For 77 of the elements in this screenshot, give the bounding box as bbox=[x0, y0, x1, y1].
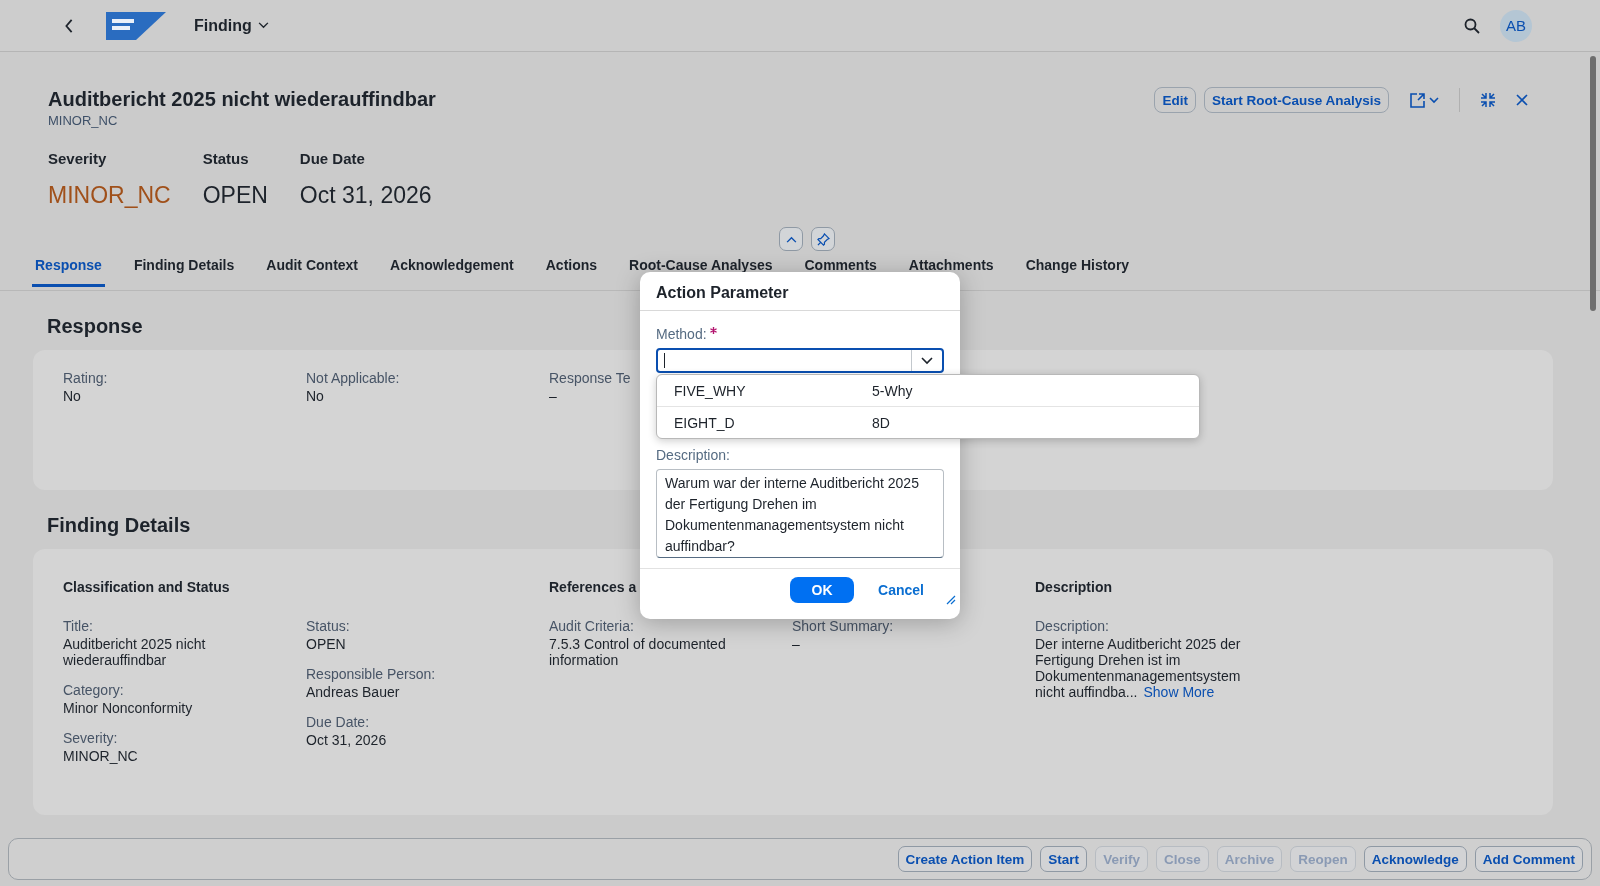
field-value: Oct 31, 2026 bbox=[306, 732, 387, 748]
page-title: Auditbericht 2025 nicht wiederauffindbar bbox=[48, 88, 436, 111]
field-value: Auditbericht 2025 nicht wiederauffindbar bbox=[63, 636, 207, 668]
back-icon[interactable] bbox=[64, 18, 74, 33]
resize-handle-icon[interactable] bbox=[946, 595, 956, 605]
field-label: Responsible Person: bbox=[306, 666, 436, 682]
group-heading: Description bbox=[1035, 579, 1112, 595]
field-label: Status: bbox=[306, 618, 350, 634]
tab[interactable]: Finding Details bbox=[130, 251, 238, 287]
field-label: Response Te bbox=[549, 370, 631, 386]
field-label: Description: bbox=[1035, 618, 1109, 634]
toolbar-button[interactable]: Create Action Item bbox=[897, 846, 1033, 872]
kpi-label: Status bbox=[202, 150, 250, 167]
collapse-header-button[interactable] bbox=[779, 227, 803, 251]
kpi-label: Severity bbox=[48, 150, 108, 167]
scrollbar[interactable] bbox=[1590, 56, 1596, 311]
action-button[interactable]: Start Root-Cause Analysis bbox=[1203, 87, 1389, 113]
kpi-label: Due Date bbox=[299, 150, 366, 167]
field-label: Audit Criteria: bbox=[549, 618, 634, 634]
field-label: Method: bbox=[656, 326, 707, 342]
exit-fullscreen-icon[interactable] bbox=[1480, 92, 1496, 108]
toolbar-button[interactable]: Start bbox=[1040, 846, 1088, 872]
tab[interactable]: Acknowledgement bbox=[387, 251, 517, 287]
field-label: Severity: bbox=[63, 730, 118, 746]
page-subtitle: MINOR_NC bbox=[48, 113, 119, 128]
field-label: Due Date: bbox=[306, 714, 370, 730]
tab[interactable]: Actions bbox=[542, 251, 601, 287]
app-title-menu[interactable]: Finding bbox=[194, 16, 269, 35]
method-combo-box[interactable] bbox=[656, 348, 944, 373]
section-title: Response bbox=[47, 315, 143, 338]
tab[interactable]: Audit Context bbox=[263, 251, 362, 287]
field-value: Der interne Auditbericht 2025 der Fertigung Drehen ist im Dokumentenmanagementsystem nicht auffindba... Show More bbox=[1035, 636, 1242, 700]
option-text: 5-Why bbox=[872, 382, 913, 399]
kpi-value: OPEN bbox=[202, 182, 268, 209]
field-label: Title: bbox=[63, 618, 93, 634]
caret-icon bbox=[921, 356, 933, 365]
logo bbox=[106, 11, 166, 40]
field-value: No bbox=[63, 388, 81, 404]
field-value: Minor Nonconformity bbox=[63, 700, 193, 716]
cancel-button[interactable]: Cancel bbox=[872, 577, 930, 603]
tab[interactable]: Change History bbox=[1022, 251, 1133, 287]
show-more-link[interactable]: Show More bbox=[1143, 684, 1215, 700]
dialog-title: Action Parameter bbox=[640, 272, 960, 311]
field-value: OPEN bbox=[306, 636, 346, 652]
option-key: EIGHT_D bbox=[674, 414, 872, 431]
edit-button[interactable]: Edit bbox=[1154, 87, 1196, 113]
kpi-value: Oct 31, 2026 bbox=[299, 182, 432, 209]
field-label: Rating: bbox=[63, 370, 108, 386]
caret-icon bbox=[785, 235, 797, 243]
ok-button[interactable]: OK bbox=[790, 577, 855, 603]
description-text-area[interactable]: Warum war der interne Auditbericht 2025 der Fertigung Drehen im Dokumentenmanagementsystem nicht auffindbar? bbox=[656, 469, 944, 558]
user-avatar[interactable]: AB bbox=[1500, 9, 1532, 42]
caret-icon bbox=[257, 22, 269, 29]
field-value: – bbox=[792, 636, 800, 652]
toolbar-button[interactable]: Add Comment bbox=[1474, 846, 1583, 872]
search-icon[interactable] bbox=[1464, 17, 1480, 34]
section-title: Finding Details bbox=[47, 514, 191, 537]
group-heading: References a bbox=[549, 579, 637, 595]
tab[interactable]: Response bbox=[32, 251, 105, 287]
field-value: – bbox=[549, 388, 557, 404]
kpi-value: MINOR_NC bbox=[48, 182, 171, 209]
pin-icon bbox=[816, 232, 830, 246]
field-value: MINOR_NC bbox=[63, 748, 138, 764]
share-icon[interactable] bbox=[1409, 92, 1439, 108]
group-heading: Classification and Status bbox=[63, 579, 230, 595]
field-label: Short Summary: bbox=[792, 618, 894, 634]
toolbar-button[interactable]: Acknowledge bbox=[1363, 846, 1467, 872]
field-value: Andreas Bauer bbox=[306, 684, 400, 700]
close-icon[interactable] bbox=[1516, 94, 1528, 106]
field-label: Not Applicable: bbox=[306, 370, 400, 386]
option-text: 8D bbox=[872, 414, 890, 431]
field-value: 7.5.3 Control of documented information bbox=[549, 636, 727, 668]
field-label: Description: bbox=[656, 447, 731, 463]
option-key: FIVE_WHY bbox=[674, 382, 872, 399]
pin-header-button[interactable] bbox=[811, 227, 835, 251]
field-label: Category: bbox=[63, 682, 124, 698]
field-value: No bbox=[306, 388, 324, 404]
